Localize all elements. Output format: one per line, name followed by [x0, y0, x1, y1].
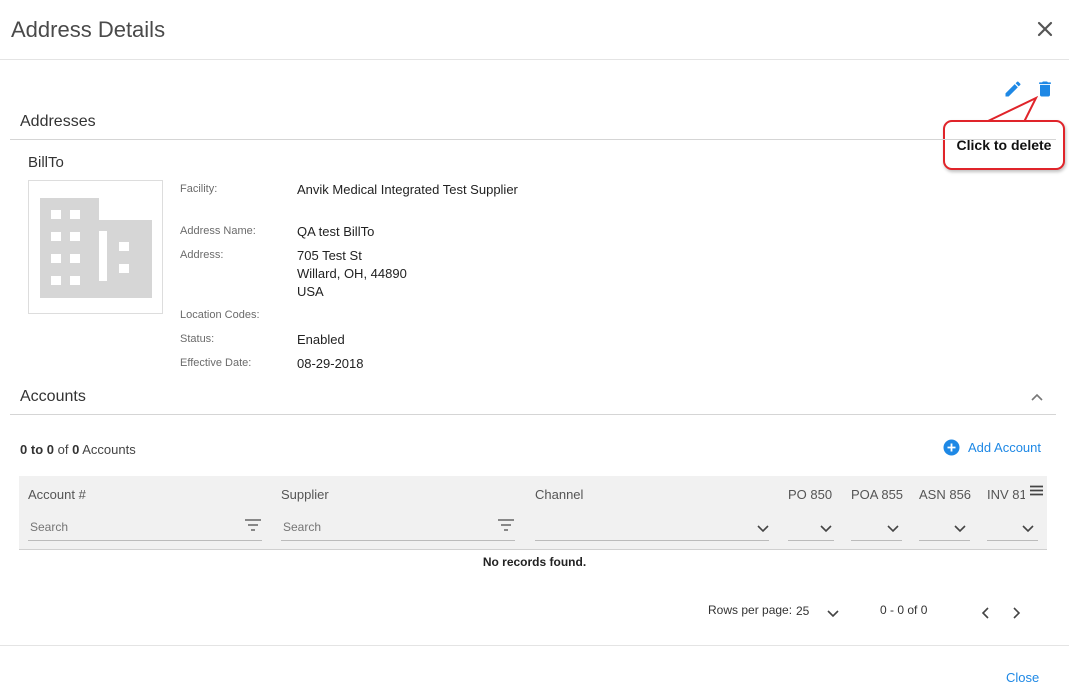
add-account-button[interactable]: Add Account — [943, 439, 1041, 456]
column-header-po850[interactable]: PO 850 — [788, 487, 832, 502]
asn856-select-underline — [919, 540, 970, 541]
filter-icon[interactable] — [497, 518, 515, 532]
footer-divider — [0, 645, 1069, 646]
chevron-down-icon[interactable] — [819, 524, 833, 534]
chevron-down-icon[interactable] — [826, 609, 840, 619]
close-icon[interactable] — [1034, 18, 1056, 40]
channel-select-underline — [535, 540, 769, 541]
facility-value: Anvik Medical Integrated Test Supplier — [297, 182, 518, 197]
address-image — [28, 180, 163, 314]
chevron-right-icon[interactable] — [1012, 606, 1022, 620]
addresses-section-title: Addresses — [20, 113, 96, 130]
dialog-title: Address Details — [11, 17, 166, 42]
address-line-1: 705 Test St — [297, 248, 362, 263]
column-header-inv810[interactable]: INV 810 — [987, 487, 1025, 502]
column-header-channel[interactable]: Channel — [535, 487, 583, 502]
pagination-range: 0 - 0 of 0 — [880, 603, 928, 617]
accounts-divider — [10, 414, 1056, 415]
status-value: Enabled — [297, 332, 345, 347]
menu-icon[interactable] — [1030, 485, 1043, 496]
chevron-down-icon[interactable] — [886, 524, 900, 534]
count-to: 0 — [46, 442, 54, 457]
delete-callout: Click to delete — [943, 120, 1065, 170]
address-line-2: Willard, OH, 44890 — [297, 266, 407, 281]
count-to-word: to — [30, 442, 44, 457]
poa855-select-underline — [851, 540, 902, 541]
column-header-account[interactable]: Account # — [28, 487, 86, 502]
accounts-section-title: Accounts — [20, 388, 86, 405]
address-label: Address: — [180, 249, 224, 261]
addresses-divider — [10, 139, 1056, 140]
effective-date-value: 08-29-2018 — [297, 356, 364, 371]
facility-label: Facility: — [180, 183, 218, 195]
chevron-down-icon[interactable] — [953, 524, 967, 534]
column-header-supplier[interactable]: Supplier — [281, 487, 329, 502]
po850-select-underline — [788, 540, 834, 541]
filter-icon[interactable] — [244, 518, 262, 532]
count-suffix: Accounts — [82, 442, 136, 457]
location-codes-label: Location Codes: — [180, 309, 260, 321]
add-account-label: Add Account — [968, 440, 1041, 455]
building-icon — [40, 198, 152, 298]
rows-per-page-select[interactable]: 25 — [796, 604, 809, 618]
close-button[interactable]: Close — [1006, 670, 1039, 685]
count-total: 0 — [72, 442, 80, 457]
status-label: Status: — [180, 333, 215, 345]
account-search-underline — [28, 540, 262, 541]
dialog-header: Address Details — [0, 0, 1069, 60]
column-header-poa855[interactable]: POA 855 — [851, 487, 903, 502]
address-name-label: Address Name: — [180, 225, 256, 237]
accounts-grid-header: Account # Supplier Channel PO 850 POA 85… — [19, 476, 1047, 550]
inv810-select-underline — [987, 540, 1038, 541]
chevron-left-icon[interactable] — [980, 606, 990, 620]
address-value: 705 Test St Willard, OH, 44890 USA — [297, 247, 407, 301]
supplier-search-underline — [281, 540, 515, 541]
chevron-up-icon[interactable] — [1029, 390, 1045, 404]
address-name-value: QA test BillTo — [297, 224, 375, 239]
effective-date-label: Effective Date: — [180, 357, 252, 369]
chevron-down-icon[interactable] — [1021, 524, 1035, 534]
account-search-input[interactable] — [30, 520, 230, 534]
supplier-search-input[interactable] — [283, 520, 483, 534]
empty-state-message: No records found. — [482, 555, 587, 569]
address-line-3: USA — [297, 284, 324, 299]
rows-per-page-label: Rows per page: — [708, 603, 793, 617]
add-circle-icon — [943, 439, 960, 456]
chevron-down-icon[interactable] — [756, 524, 770, 534]
count-from: 0 — [20, 442, 28, 457]
count-of-word: of — [57, 442, 69, 457]
column-header-asn856[interactable]: ASN 856 — [919, 487, 971, 502]
address-card-title: BillTo — [28, 154, 64, 171]
accounts-count: 0 to 0 of 0 Accounts — [20, 442, 136, 457]
